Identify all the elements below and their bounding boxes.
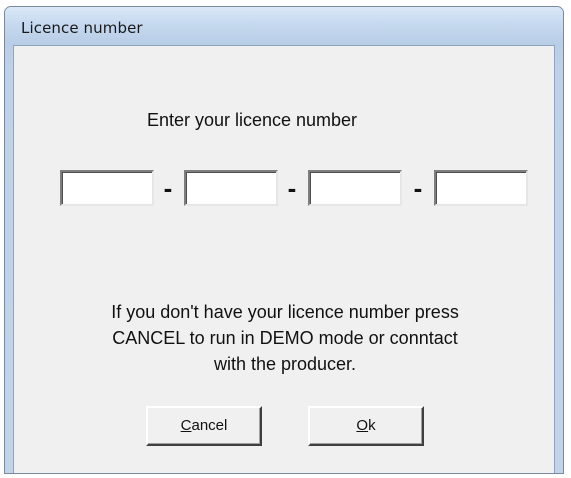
info-line-1: If you don't have your licence number pr…: [111, 302, 459, 322]
ok-accelerator: O: [356, 417, 369, 434]
title-bar[interactable]: Licence number: [5, 7, 563, 45]
licence-dialog-window: Licence number Enter your licence number…: [4, 6, 564, 474]
separator-dash-3: -: [413, 173, 423, 203]
cancel-label: ancel: [191, 417, 228, 434]
ok-label: k: [368, 417, 376, 434]
separator-dash-2: -: [287, 173, 297, 203]
enter-licence-prompt: Enter your licence number: [146, 110, 358, 130]
dialog-client-area: Enter your licence number - - - If you d…: [13, 45, 556, 473]
cancel-accelerator: C: [180, 417, 192, 434]
licence-field-4[interactable]: [434, 170, 528, 206]
licence-field-3[interactable]: [308, 170, 402, 206]
info-line-3: with the producer.: [213, 354, 357, 374]
info-line-2: CANCEL to run in DEMO mode or conntact: [112, 328, 458, 348]
window-title: Licence number: [21, 19, 143, 37]
licence-field-2[interactable]: [184, 170, 278, 206]
demo-mode-info-text: If you don't have your licence number pr…: [14, 299, 556, 377]
licence-field-1[interactable]: [60, 170, 154, 206]
separator-dash-1: -: [163, 173, 173, 203]
cancel-button[interactable]: Cancel: [146, 406, 262, 446]
ok-button[interactable]: Ok: [308, 406, 424, 446]
